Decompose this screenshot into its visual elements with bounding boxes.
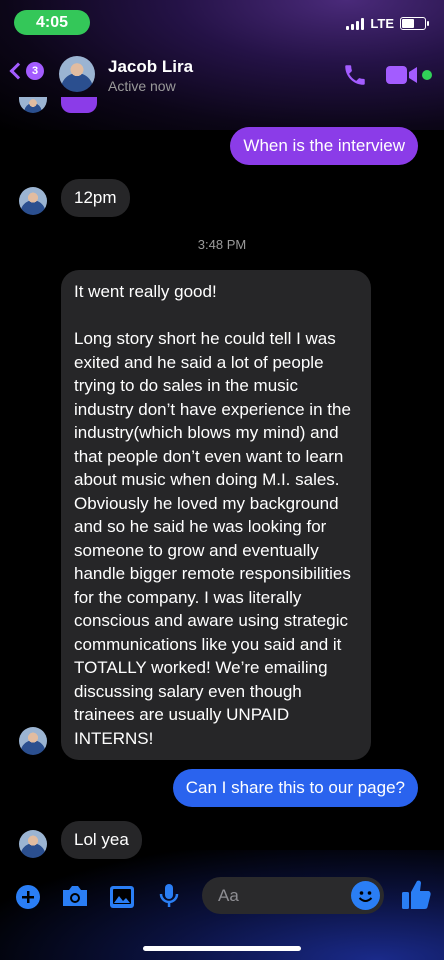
status-indicators: LTE bbox=[346, 16, 429, 31]
back-chevron-icon bbox=[9, 62, 27, 80]
contact-avatar[interactable] bbox=[59, 56, 95, 92]
battery-fill bbox=[402, 19, 414, 28]
contact-avatar-small bbox=[19, 830, 47, 858]
battery-icon bbox=[400, 17, 429, 30]
messenger-screen: 4:05 LTE 3 Jacob Lira Active now When is… bbox=[0, 0, 444, 960]
video-camera-icon[interactable] bbox=[386, 65, 420, 85]
message-outgoing[interactable]: When is the interview bbox=[230, 127, 418, 165]
thumbs-up-icon[interactable] bbox=[401, 877, 431, 911]
conversation-header: 3 Jacob Lira Active now bbox=[0, 52, 444, 98]
message-outgoing[interactable]: Can I share this to our page? bbox=[172, 769, 418, 807]
partial-message-bubble bbox=[61, 97, 97, 113]
network-label: LTE bbox=[370, 16, 394, 31]
message-incoming[interactable]: 12pm bbox=[61, 179, 130, 217]
message-incoming-long[interactable]: It went really good! Long story short he… bbox=[61, 270, 371, 760]
camera-icon[interactable] bbox=[60, 879, 90, 911]
unread-count-badge: 3 bbox=[26, 62, 44, 80]
home-indicator[interactable] bbox=[143, 946, 301, 951]
contact-avatar-small bbox=[19, 187, 47, 215]
status-time: 4:05 bbox=[14, 10, 90, 35]
phone-icon[interactable] bbox=[342, 62, 368, 88]
plus-icon[interactable] bbox=[14, 879, 42, 911]
message-timestamp: 3:48 PM bbox=[197, 237, 247, 252]
contact-avatar-small bbox=[19, 727, 47, 755]
back-button[interactable]: 3 bbox=[9, 62, 44, 80]
message-incoming[interactable]: Lol yea bbox=[61, 821, 142, 859]
signal-icon bbox=[346, 17, 365, 30]
contact-status: Active now bbox=[108, 78, 176, 94]
emoji-icon[interactable] bbox=[351, 881, 380, 910]
contact-name[interactable]: Jacob Lira bbox=[108, 57, 193, 77]
microphone-icon[interactable] bbox=[157, 879, 181, 911]
image-icon[interactable] bbox=[108, 879, 136, 911]
online-indicator bbox=[422, 70, 432, 80]
